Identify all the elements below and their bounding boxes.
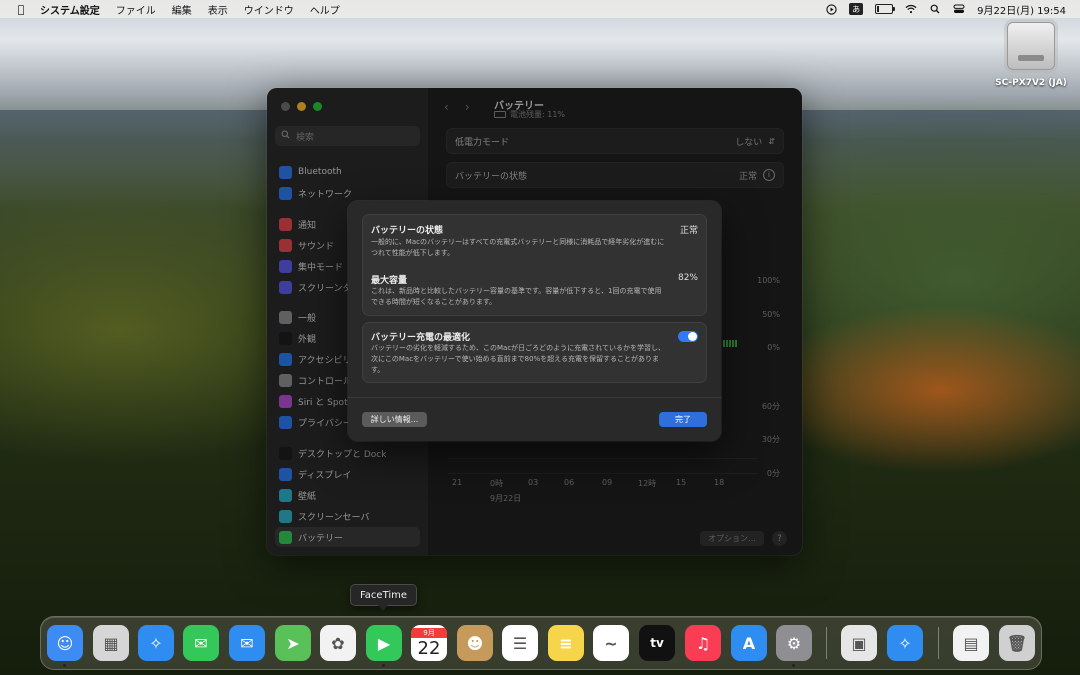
launchpad-icon[interactable]: ▦ — [93, 625, 129, 661]
app-store-icon[interactable]: A — [731, 625, 767, 661]
optimized-charging-group: バッテリー充電の最適化 バッテリーの劣化を軽減するため、このMacが日ごろどのよ… — [362, 322, 707, 383]
reminders-glyph: ☰ — [512, 633, 528, 653]
photos-icon[interactable]: ✿ — [320, 625, 356, 661]
freeform-glyph: ~ — [604, 633, 618, 653]
messages-icon[interactable]: ✉ — [183, 625, 219, 661]
menu-window[interactable]: ウインドウ — [244, 2, 294, 17]
tv-icon[interactable]: tv — [639, 625, 675, 661]
finder-icon[interactable]: ☺ — [47, 625, 83, 661]
menu-clock[interactable]: 9月22日(月) 19:54 — [977, 2, 1066, 17]
menu-edit[interactable]: 編集 — [172, 2, 192, 17]
done-button[interactable]: 完了 — [659, 412, 707, 427]
menu-view[interactable]: 表示 — [208, 2, 228, 17]
trash-icon[interactable]: 🗑 — [999, 625, 1035, 661]
health-capacity-group: バッテリーの状態 正常 一般的に、Macのバッテリーはすべての充電式バッテリーと… — [362, 214, 707, 316]
capacity-value: 82% — [677, 273, 698, 283]
optimize-title: バッテリー充電の最適化 — [371, 333, 471, 343]
notes-icon[interactable]: ≡ — [548, 625, 584, 661]
preview-icon[interactable]: ▣ — [841, 625, 877, 661]
safari-icon[interactable]: ✧ — [138, 625, 174, 661]
menu-help[interactable]: ヘルプ — [310, 2, 340, 17]
photos-glyph: ✿ — [331, 633, 345, 653]
mail-icon[interactable]: ✉ — [229, 625, 265, 661]
app-store-glyph: A — [742, 633, 756, 653]
facetime-glyph: ▶ — [377, 633, 391, 653]
play-status-icon[interactable] — [825, 3, 837, 15]
dock-separator-0 — [826, 627, 827, 659]
messages-glyph: ✉ — [194, 633, 208, 653]
capacity-description: これは、新品時と比較したバッテリー容量の基準です。容量が低下すると、1回の充電で… — [371, 287, 662, 306]
safari-update-icon[interactable]: ✧ — [887, 625, 923, 661]
preview-glyph: ▣ — [851, 633, 867, 653]
finder-glyph: ☺ — [56, 633, 74, 653]
reminders-icon[interactable]: ☰ — [502, 625, 538, 661]
dock-tooltip: FaceTime — [350, 584, 417, 611]
desktop-drive[interactable]: SC-PX7V2 (JA) — [995, 22, 1067, 88]
running-indicator-finder — [63, 664, 66, 667]
health-title: バッテリーの状態 — [371, 226, 444, 236]
system-settings-glyph: ⚙ — [786, 633, 802, 653]
drive-label: SC-PX7V2 (JA) — [995, 78, 1067, 88]
document-glyph: ▤ — [963, 633, 979, 653]
maps-glyph: ➤ — [286, 633, 300, 653]
apple-menu-icon[interactable]:  — [14, 3, 28, 16]
music-icon[interactable]: ♫ — [685, 625, 721, 661]
document-icon[interactable]: ▤ — [953, 625, 989, 661]
safari-update-glyph: ✧ — [898, 633, 912, 653]
sheet-divider — [348, 397, 721, 398]
more-info-button[interactable]: 詳しい情報... — [362, 412, 427, 427]
contacts-icon[interactable]: ☻ — [457, 625, 493, 661]
facetime-icon[interactable]: ▶ — [366, 625, 402, 661]
calendar-month: 9月 — [411, 627, 447, 638]
mail-glyph: ✉ — [240, 633, 254, 653]
freeform-icon[interactable]: ~ — [593, 625, 629, 661]
dock-separator-1 — [938, 627, 939, 659]
calendar-day: 22 — [417, 637, 441, 659]
menu-bar:  システム設定 ファイル 編集 表示 ウインドウ ヘルプ あ 9月22日(月)… — [0, 0, 1080, 18]
safari-glyph: ✧ — [149, 633, 163, 653]
capacity-title: 最大容量 — [371, 276, 408, 286]
menu-file[interactable]: ファイル — [116, 2, 156, 17]
optimize-description: バッテリーの劣化を軽減するため、このMacが日ごろどのように充電されているかを学… — [371, 344, 665, 374]
system-settings-icon[interactable]: ⚙ — [776, 625, 812, 661]
health-value: 正常 — [679, 226, 698, 236]
wifi-icon[interactable] — [905, 3, 917, 15]
tv-label: tv — [650, 636, 664, 650]
trash-glyph: 🗑 — [1006, 633, 1028, 653]
launchpad-glyph: ▦ — [103, 633, 119, 653]
health-description: 一般的に、Macのバッテリーはすべての充電式バッテリーと同様に消耗品で経年劣化が… — [371, 238, 665, 257]
running-indicator-facetime — [382, 664, 385, 667]
battery-health-sheet: バッテリーの状態 正常 一般的に、Macのバッテリーはすべての充電式バッテリーと… — [348, 201, 721, 441]
input-method-icon[interactable]: あ — [849, 3, 864, 15]
menu-app-name[interactable]: システム設定 — [40, 2, 100, 17]
music-glyph: ♫ — [695, 633, 711, 653]
calendar-icon[interactable]: 9月 22 — [411, 625, 447, 661]
control-center-icon[interactable] — [953, 3, 965, 15]
notes-glyph: ≡ — [559, 633, 573, 653]
running-indicator-settings — [792, 664, 795, 667]
maps-icon[interactable]: ➤ — [275, 625, 311, 661]
contacts-glyph: ☻ — [466, 633, 484, 653]
optimized-charging-toggle[interactable] — [678, 331, 698, 342]
spotlight-search-icon[interactable] — [929, 3, 941, 15]
dock: ☺ ▦ ✧ ✉ ✉ ➤ ✿ ▶ 9月 22 ☻ ☰ ≡ ~ tv ♫ A ⚙ ▣ ✧ ▤ 🗑 — [40, 616, 1042, 670]
battery-status-icon[interactable] — [875, 3, 896, 15]
external-drive-icon[interactable] — [1007, 22, 1055, 70]
